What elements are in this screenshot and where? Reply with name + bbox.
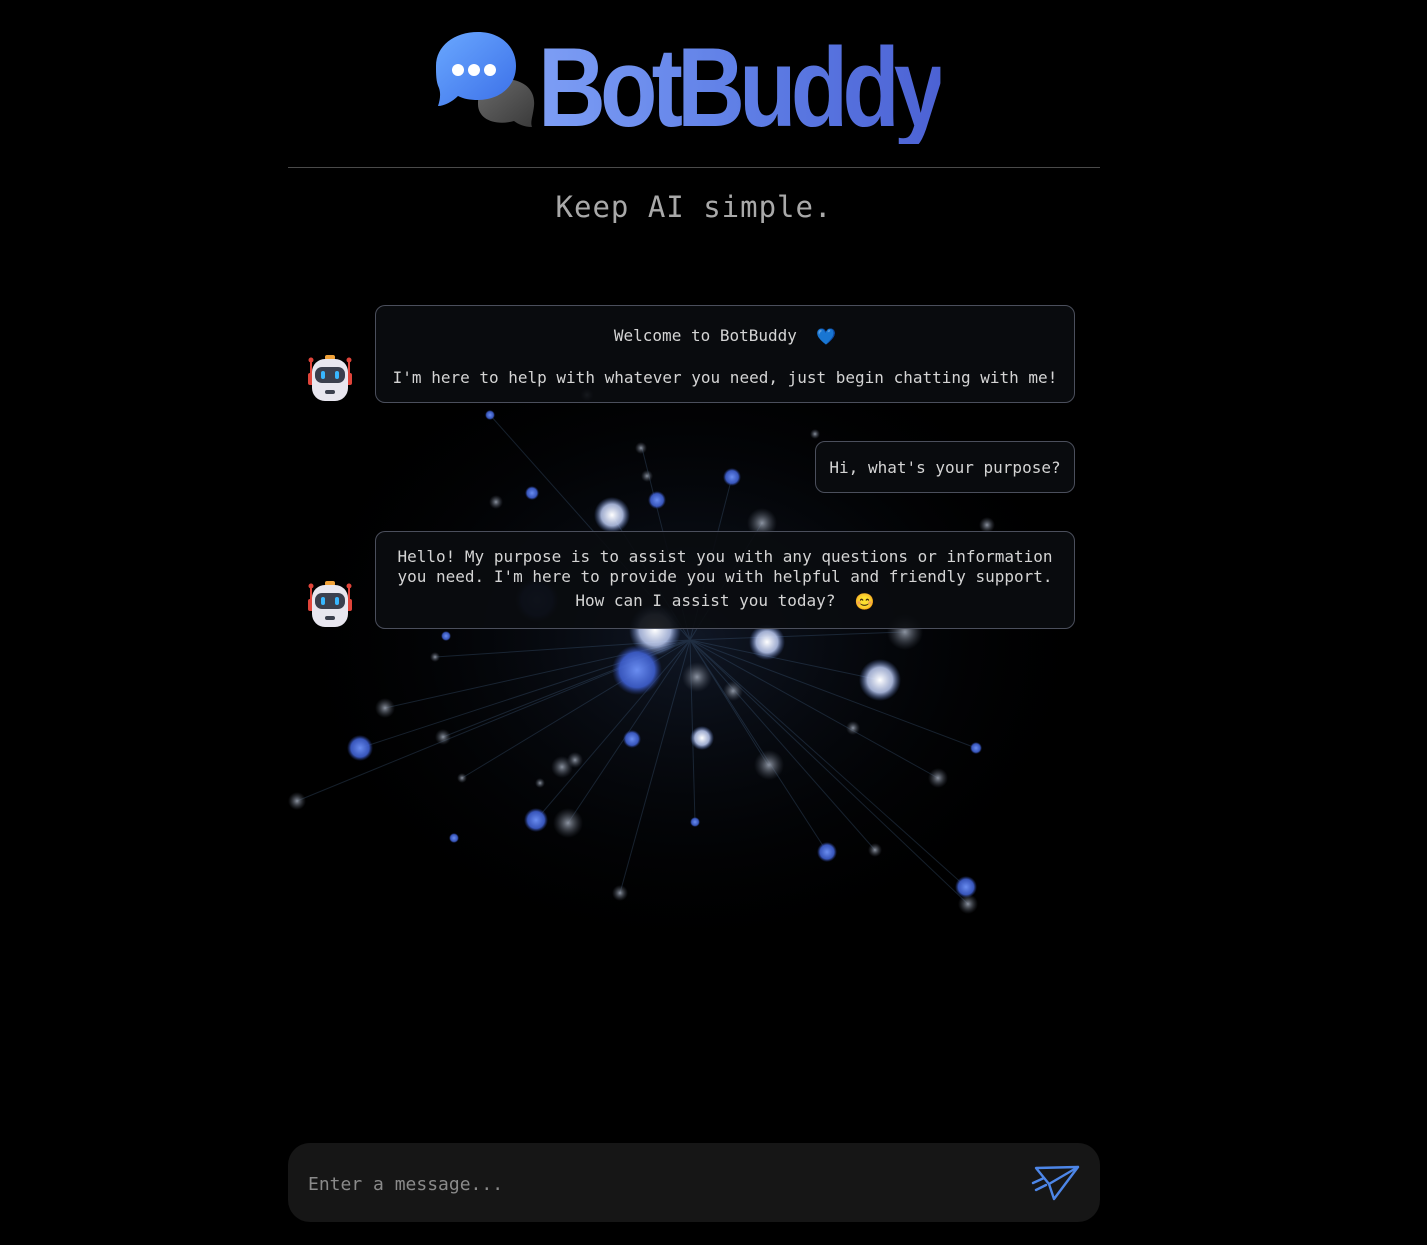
- brand-name: BotBuddy: [538, 25, 946, 150]
- header-divider: [288, 167, 1100, 168]
- user-bubble: Hi, what's your purpose?: [815, 441, 1075, 493]
- message-text: Welcome to BotBuddy: [613, 326, 797, 345]
- send-button[interactable]: [1030, 1161, 1084, 1205]
- send-paper-plane-icon: [1031, 1165, 1080, 1201]
- brand-logo: BotBuddy: [434, 28, 1017, 158]
- app-page: BotBuddy Keep AI simple. Welcome to BotB…: [0, 0, 1427, 1245]
- message-line: Welcome to BotBuddy 💙: [376, 326, 1074, 347]
- message-text: How can I assist you today?: [575, 591, 836, 610]
- chat-bubbles-icon: [434, 28, 538, 132]
- bot-message: Welcome to BotBuddy 💙 I'm here to help w…: [288, 305, 1100, 403]
- bot-bubble: Hello! My purpose is to assist you with …: [375, 531, 1075, 629]
- user-message: Hi, what's your purpose?: [288, 441, 1100, 493]
- message-input[interactable]: [306, 1163, 1010, 1205]
- bot-message: Hello! My purpose is to assist you with …: [288, 531, 1100, 629]
- blue-heart-emoji: 💙: [816, 326, 837, 346]
- message-text: Hello! My purpose is to assist you with …: [397, 547, 1053, 566]
- message-composer: [288, 1143, 1100, 1222]
- message-text: I'm here to help with whatever you need,…: [392, 367, 1058, 387]
- robot-icon: [306, 579, 354, 629]
- robot-icon: [306, 353, 354, 403]
- message-line: How can I assist you today? 😊: [376, 591, 1074, 612]
- message-text: you need. I'm here to provide you with h…: [397, 567, 1053, 586]
- smiling-emoji: 😊: [854, 591, 875, 611]
- tagline: Keep AI simple.: [555, 190, 833, 224]
- bot-bubble: Welcome to BotBuddy 💙 I'm here to help w…: [375, 305, 1075, 403]
